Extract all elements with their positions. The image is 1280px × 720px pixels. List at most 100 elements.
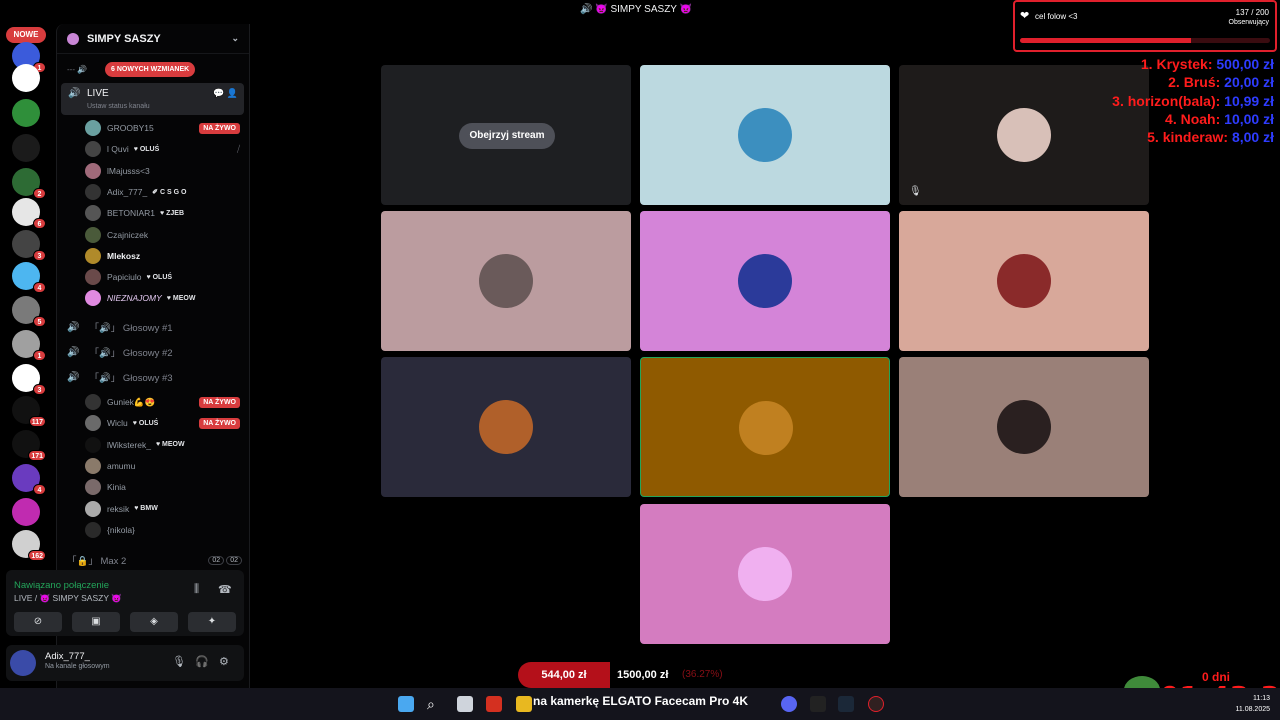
watch-stream-button[interactable]: Obejrzyj stream: [459, 123, 555, 149]
server-header[interactable]: SIMPY SASZY ⌄: [57, 24, 249, 54]
voice-channel-max[interactable]: 「🔒」 Max 2 02 02: [67, 550, 242, 570]
server-icon[interactable]: 4: [12, 262, 46, 293]
app-icon[interactable]: [486, 696, 502, 712]
server-icon[interactable]: 3: [12, 364, 46, 395]
server-icon[interactable]: 6: [12, 198, 46, 229]
voice-user[interactable]: Mlekosz: [85, 247, 240, 265]
avatar: [85, 120, 101, 136]
avatar: [85, 500, 101, 517]
user-tag: ♥ BMW: [134, 505, 158, 512]
username[interactable]: Adix_777_: [45, 651, 90, 662]
voice-user[interactable]: Adix_777_ ✐ C S G O: [85, 183, 240, 201]
avatar: [85, 205, 101, 222]
donation-percent: (36.27%): [682, 669, 723, 680]
voice-user[interactable]: GROOBY15 NA ŻYWO: [85, 119, 240, 137]
headphones-icon[interactable]: 🎧: [195, 655, 209, 668]
speaker-icon: 🔊: [68, 88, 81, 99]
donor-name: 1. Krystek: [1140, 56, 1208, 72]
task-view-icon[interactable]: [457, 696, 473, 712]
user-tag: ♥ OLUŚ: [132, 419, 159, 427]
server-mention-badge: 5: [33, 316, 46, 327]
participant-tile[interactable]: [381, 357, 631, 497]
voice-user[interactable]: reksik ♥ BMW: [85, 500, 240, 518]
participant-tile[interactable]: [381, 211, 631, 351]
voice-channel[interactable]: 🔊 「🔊」 Głosowy #2: [67, 342, 242, 362]
server-mention-badge: 162: [28, 550, 46, 561]
discord-icon[interactable]: [781, 696, 797, 712]
steam-icon[interactable]: [838, 696, 854, 712]
server-icon[interactable]: 3: [12, 230, 46, 261]
activity-button[interactable]: ◈: [130, 612, 178, 632]
server-icon[interactable]: 162: [12, 530, 46, 561]
server-icon: [67, 32, 79, 45]
avatar: [85, 183, 101, 200]
server-mention-badge: 4: [33, 484, 46, 495]
username: lMajusss<3: [107, 165, 150, 176]
avatar: [85, 290, 101, 307]
participant-avatar: [739, 401, 793, 455]
connection-status[interactable]: Nawiązano połączenie: [14, 580, 109, 591]
noise-suppression-icon[interactable]: ⫼: [194, 583, 199, 596]
voice-user[interactable]: amumu: [85, 457, 240, 475]
participant-tile[interactable]: Obejrzyj stream: [381, 65, 631, 205]
folder-icon[interactable]: [516, 696, 532, 712]
obs-icon[interactable]: [868, 696, 884, 712]
voice-user[interactable]: BETONIAR1 ♥ ZJEB: [85, 204, 240, 222]
server-icon[interactable]: 117: [12, 396, 46, 427]
participant-tile[interactable]: [640, 357, 890, 497]
channel-actions-icon[interactable]: 💬 👤: [213, 88, 238, 99]
voice-user[interactable]: lWiksterek_ ♥ MEOW: [85, 436, 240, 454]
soundboard-button[interactable]: ✦: [188, 612, 236, 632]
epic-games-icon[interactable]: [810, 696, 826, 712]
new-badge[interactable]: NOWE: [6, 27, 46, 43]
channel-dots: --- 🔊: [67, 65, 88, 74]
donation-target: 1500,00 zł: [617, 669, 669, 681]
voice-user[interactable]: Czajniczek: [85, 226, 240, 244]
server-icon[interactable]: 4: [12, 464, 46, 495]
voice-channel[interactable]: 🔊 「🔊」 Głosowy #3: [67, 367, 242, 387]
window-title: 🔊 👿 SIMPY SASZY 👿: [580, 4, 693, 15]
participant-tile[interactable]: [899, 357, 1149, 497]
voice-user[interactable]: l Quvi ♥ OLUŚ ⧸: [85, 140, 240, 158]
participant-tile[interactable]: [640, 211, 890, 351]
server-icon[interactable]: 1: [12, 330, 46, 361]
voice-user[interactable]: Papiciulo ♥ OLUŚ: [85, 268, 240, 286]
participant-tile[interactable]: [640, 65, 890, 205]
voice-user[interactable]: NIEZNAJOMY ♥ MEOW: [85, 289, 240, 307]
user-panel: Adix_777_ Na kanale głosowym 🎙 🎧 ⚙: [6, 645, 244, 681]
windows-start-icon[interactable]: [398, 696, 414, 712]
donor-name: 2. Bruś: [1168, 74, 1216, 91]
user-count: 02: [208, 555, 225, 565]
donation-row: 5. kinderaw: 8,00 zł: [1147, 129, 1274, 145]
search-icon[interactable]: ⌕: [427, 696, 443, 712]
voice-channel[interactable]: 🔊 「🔊」 Głosowy #1: [67, 317, 242, 337]
avatar[interactable]: [10, 650, 36, 676]
server-icon[interactable]: 5: [12, 296, 46, 327]
server-icon[interactable]: 2: [12, 168, 46, 199]
server-icon[interactable]: 171: [12, 430, 46, 461]
microphone-icon[interactable]: 🎙: [172, 655, 186, 668]
disconnect-icon[interactable]: ☎: [218, 583, 232, 596]
server-icon[interactable]: [12, 64, 40, 92]
channel-status[interactable]: Ustaw status kanału: [87, 103, 150, 110]
voice-user[interactable]: Kinia: [85, 478, 240, 496]
participant-tile[interactable]: 🎙: [899, 65, 1149, 205]
gear-icon[interactable]: ⚙: [219, 655, 229, 668]
voice-user[interactable]: {nikola}: [85, 521, 240, 539]
server-icon[interactable]: [12, 134, 40, 162]
system-clock[interactable]: 11:13 11.08.2025: [1235, 693, 1270, 715]
mentions-badge[interactable]: 6 NOWYCH WZMIANEK: [105, 62, 196, 77]
screen-share-button[interactable]: ▣: [72, 612, 120, 632]
chevron-down-icon[interactable]: ⌄: [231, 33, 239, 44]
camera-off-button[interactable]: ⊘: [14, 612, 62, 632]
participant-tile[interactable]: [640, 504, 890, 644]
server-icon[interactable]: [12, 99, 40, 127]
voice-channel-live[interactable]: 🔊 LIVE Ustaw status kanału 💬 👤: [61, 83, 244, 115]
voice-user[interactable]: Wiclu ♥ OLUŚ NA ŻYWO: [85, 414, 240, 432]
server-icon[interactable]: [12, 498, 40, 526]
participant-avatar: [997, 400, 1051, 454]
voice-user[interactable]: Guniek💪😍 NA ŻYWO: [85, 393, 240, 411]
voice-user[interactable]: lMajusss<3: [85, 162, 240, 180]
participant-tile[interactable]: [899, 211, 1149, 351]
connection-location[interactable]: LIVE / 👿 SIMPY SASZY 👿: [14, 593, 122, 604]
